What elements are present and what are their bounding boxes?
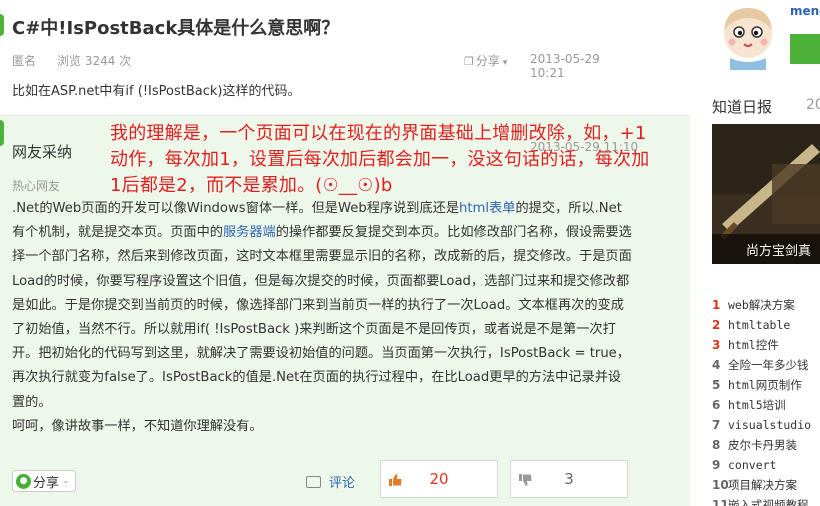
related-item-label: 全险一年多少钱	[728, 358, 809, 372]
related-item[interactable]: 2 htmltable	[712, 315, 811, 335]
answer-text: 的操作都要反复提交到本页。比如修改部门名称，假设需要选择一个部门名称，然后来到修…	[12, 225, 632, 410]
related-item[interactable]: 1 web解决方案	[712, 295, 811, 315]
related-item-label: visualstudio	[728, 418, 812, 432]
answer-paragraph: .Net的Web页面的开发可以像Windows窗体一样。但是Web程序说到底还是…	[12, 197, 632, 415]
answer-share-button[interactable]: ● 分享 ⌄	[12, 470, 76, 492]
related-item[interactable]: 5 html网页制作	[712, 375, 811, 395]
related-item-label: 嵌入式视频教程	[728, 498, 809, 506]
related-list: 1 web解决方案 2 htmltable 3 html控件 4 全险一年多少钱 5 ht…	[712, 295, 811, 506]
question-share-button[interactable]: ❐ 分享 ▾	[464, 52, 507, 69]
question-author[interactable]: 匿名	[12, 52, 36, 69]
daily-news-caption: 尚方宝剑真	[712, 234, 820, 264]
related-item-label: 皮尔卡丹男装	[728, 438, 797, 452]
rank-number: 1	[712, 298, 721, 312]
downvote-button[interactable]: 3	[510, 460, 628, 498]
annotation-note: 我的理解是，一个页面可以在现在的界面基础上增删改除，如，+1动作，每次加1，设置…	[110, 123, 650, 196]
related-item[interactable]: 6 html5培训	[712, 395, 811, 415]
html-form-link[interactable]: html表单	[459, 201, 515, 216]
comment-label: 评论	[329, 476, 356, 491]
answer-text: .Net的Web页面的开发可以像Windows窗体一样。但是Web程序说到底还是	[12, 201, 460, 216]
related-item-label: web解决方案	[728, 298, 795, 312]
answer-paragraph: 呵呵，像讲故事一样，不知道你理解没有。	[12, 418, 263, 434]
question-marker	[0, 14, 4, 36]
rank-number: 2	[712, 318, 721, 332]
question-share-label: 分享	[475, 54, 500, 68]
related-item[interactable]: 4 全险一年多少钱	[712, 355, 811, 375]
rank-number: 6	[712, 398, 721, 412]
rank-number: 3	[712, 338, 721, 352]
related-item[interactable]: 8 皮尔卡丹男装	[712, 435, 811, 455]
answer-marker	[0, 120, 4, 146]
chevron-down-icon: ⌄	[62, 476, 70, 486]
rank-number: 4	[712, 358, 721, 372]
question-meta: 匿名 浏览 3244 次 ❐ 分享 ▾ 2013-05-29 10:21	[12, 52, 630, 80]
rank-number: 5	[712, 378, 721, 392]
answer-author: 网友采纳	[12, 143, 73, 161]
avatar[interactable]	[710, 0, 786, 70]
chevron-down-icon: ▾	[499, 58, 508, 68]
sidebar-username[interactable]: meng	[790, 4, 820, 18]
rank-number: 10	[712, 478, 729, 492]
comment-icon	[306, 475, 321, 488]
related-item[interactable]: 11 嵌入式视频教程	[712, 495, 811, 506]
related-item-label: htmltable	[728, 318, 791, 332]
downvote-count: 3	[564, 470, 574, 488]
upvote-count: 20	[429, 470, 449, 488]
related-item[interactable]: 9 convert	[712, 455, 811, 475]
related-item-label: html网页制作	[728, 378, 802, 392]
rank-number: 9	[712, 458, 721, 472]
related-item[interactable]: 3 html控件	[712, 335, 811, 355]
question-time: 2013-05-29 10:21	[530, 52, 600, 80]
daily-news-title[interactable]: 知道日报	[712, 96, 772, 117]
daily-news-image[interactable]: 尚方宝剑真	[712, 124, 820, 264]
rank-number: 7	[712, 418, 721, 432]
related-item-label: html5培训	[728, 398, 786, 412]
upvote-button[interactable]: 20	[380, 460, 498, 498]
share-icon: ❐	[464, 55, 474, 68]
question-body: 比如在ASP.net中有if (!IsPostBack)这样的代码。	[12, 84, 301, 99]
server-side-link[interactable]: 服务器端	[223, 225, 276, 240]
answer-share-label: 分享	[33, 475, 60, 491]
related-item-label: 项目解决方案	[728, 478, 797, 492]
sidebar-action-button[interactable]	[790, 34, 820, 64]
rank-number: 11	[712, 498, 729, 506]
answer-body: .Net的Web页面的开发可以像Windows窗体一样。但是Web程序说到底还是…	[12, 197, 632, 439]
question-views: 浏览 3244 次	[57, 54, 132, 68]
comment-button[interactable]: 评论	[306, 472, 355, 491]
related-item[interactable]: 7 visualstudio	[712, 415, 811, 435]
related-item-label: html控件	[728, 338, 779, 352]
related-item[interactable]: 10 项目解决方案	[712, 475, 811, 495]
wechat-icon: ●	[16, 473, 31, 489]
related-item-label: convert	[728, 458, 777, 472]
rank-number: 8	[712, 438, 721, 452]
answer-level: 热心网友	[12, 179, 61, 193]
daily-news-date: 20	[806, 97, 820, 113]
question-title: C#中!IsPostBack具体是什么意思啊？	[12, 18, 340, 39]
